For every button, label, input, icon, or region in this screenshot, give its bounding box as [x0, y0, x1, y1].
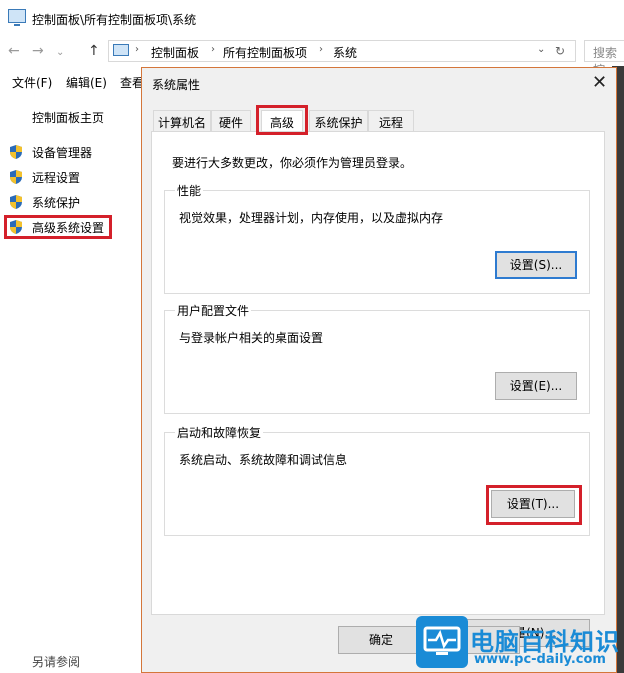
- highlight-box: [4, 215, 112, 239]
- user-profiles-group: 用户配置文件 与登录帐户相关的桌面设置 设置(E)...: [164, 302, 590, 414]
- tab-remote[interactable]: 远程: [368, 110, 414, 132]
- shield-icon: [10, 170, 22, 184]
- menu-edit[interactable]: 编辑(E): [66, 74, 107, 91]
- shield-icon: [10, 145, 22, 159]
- explorer-titlebar: 控制面板\所有控制面板项\系统: [0, 0, 624, 38]
- computer-icon: [8, 9, 26, 26]
- sidebar-item-label: 系统保护: [32, 196, 81, 210]
- tab-hardware[interactable]: 硬件: [211, 110, 251, 132]
- close-icon[interactable]: ✕: [592, 72, 607, 93]
- performance-group: 性能 视觉效果，处理器计划，内存使用，以及虚拟内存 设置(S)...: [164, 182, 590, 294]
- chevron-right-icon: ›: [211, 44, 215, 55]
- admin-notice: 要进行大多数更改，你必须作为管理员登录。: [172, 156, 413, 170]
- watermark-logo-icon: [416, 616, 468, 668]
- performance-settings-button[interactable]: 设置(S)...: [495, 251, 577, 279]
- address-bar[interactable]: › 控制面板 › 所有控制面板项 › 系统 ⌄ ↻: [108, 40, 576, 62]
- chevron-right-icon: ›: [135, 44, 139, 55]
- shield-icon: [10, 195, 22, 209]
- tab-computer-name[interactable]: 计算机名: [153, 110, 211, 132]
- recent-dropdown-icon[interactable]: ⌄: [56, 47, 64, 58]
- watermark-url: www.pc-daily.com: [474, 652, 606, 667]
- group-description: 系统启动、系统故障和调试信息: [179, 453, 348, 467]
- group-title: 用户配置文件: [175, 302, 252, 319]
- see-also-heading: 另请参阅: [32, 655, 81, 669]
- advanced-tab-panel: 要进行大多数更改，你必须作为管理员登录。 性能 视觉效果，处理器计划，内存使用，…: [151, 131, 605, 647]
- breadcrumb-item[interactable]: 所有控制面板项: [223, 44, 307, 61]
- sidebar-item-label: 远程设置: [32, 171, 81, 185]
- system-properties-dialog: 系统属性 ✕ 计算机名 硬件 高级 系统保护 远程 要进行大多数更改，你必须作为…: [141, 67, 617, 673]
- highlight-box: [486, 485, 582, 525]
- control-panel-home-link[interactable]: 控制面板主页: [32, 109, 104, 126]
- menu-file[interactable]: 文件(F): [12, 74, 52, 91]
- tab-system-protection[interactable]: 系统保护: [309, 110, 368, 132]
- chevron-right-icon: ›: [319, 44, 323, 55]
- window-title: 控制面板\所有控制面板项\系统: [32, 13, 197, 27]
- group-title: 启动和故障恢复: [175, 424, 264, 441]
- back-arrow-icon[interactable]: ←: [8, 43, 20, 59]
- breadcrumb-item[interactable]: 系统: [333, 44, 357, 61]
- sidebar-item-label: 设备管理器: [32, 146, 93, 160]
- group-title: 性能: [175, 182, 204, 199]
- group-description: 视觉效果，处理器计划，内存使用，以及虚拟内存: [179, 211, 444, 225]
- search-input[interactable]: 搜索控: [584, 40, 624, 77]
- group-description: 与登录帐户相关的桌面设置: [179, 331, 324, 345]
- dialog-title: 系统属性: [152, 78, 201, 92]
- chevron-down-icon[interactable]: ⌄: [537, 44, 545, 55]
- highlight-box: [256, 105, 308, 135]
- user-profiles-settings-button[interactable]: 设置(E)...: [495, 372, 577, 400]
- computer-icon: [113, 44, 129, 56]
- ok-button[interactable]: 确定: [338, 626, 424, 654]
- forward-arrow-icon[interactable]: →: [32, 43, 44, 59]
- breadcrumb-item[interactable]: 控制面板: [151, 44, 199, 61]
- up-arrow-icon[interactable]: ↑: [88, 43, 100, 59]
- refresh-icon[interactable]: ↻: [555, 44, 565, 58]
